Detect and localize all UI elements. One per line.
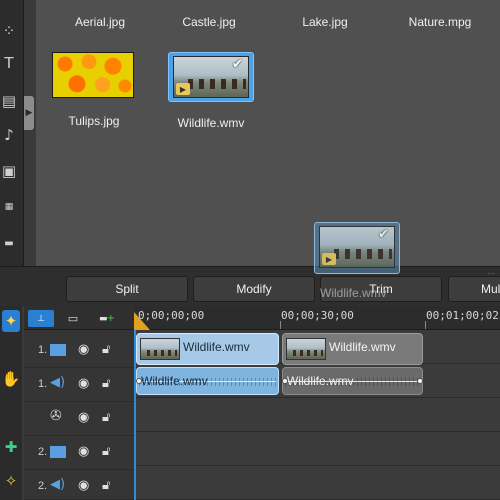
speaker-icon: ◀) [50,375,66,390]
chapter-icon[interactable]: ▦ [0,198,18,216]
ruler-tick-label: 0;00;00;00 [138,309,205,322]
ruler-tick-label: 00;01;00;02 [426,309,499,322]
video-file-icon: ▶ [176,83,190,95]
check-icon: ✔ [232,57,243,72]
drag-preview: ▶ ✔ [314,222,400,274]
lock-icon[interactable]: 🔓︎ [102,342,110,357]
sparkle-icon[interactable]: ✧ [2,470,20,492]
ruler-tick [280,321,281,329]
video-track-icon [50,446,66,458]
clip-title: Wildlife.wmv [141,374,208,388]
media-item-label[interactable]: Castle.jpg [182,15,235,29]
lock-icon[interactable]: 🔓︎ [102,444,110,459]
music-note-icon[interactable]: ♪ [0,126,18,144]
video-clip-selected[interactable]: Wildlife.wmv [136,333,279,365]
ruler-tick [425,321,426,329]
video-track-icon [50,344,66,356]
media-library [36,0,500,266]
clip-thumbnail [286,338,326,360]
media-item-label[interactable]: Wildlife.wmv [178,116,245,130]
panel-collapse-handle[interactable]: ▶ [24,96,34,130]
drag-preview-label: Wildlife.wmv [320,286,387,300]
hand-tool-icon[interactable]: ✋ [2,368,21,390]
ruler-tick-label: 00;00;30;00 [281,309,354,322]
track-header-toolbar: ⊥ ▭ ▬ + [24,306,134,330]
video-clip[interactable]: Wildlife.wmv [282,333,423,365]
audio-clip[interactable]: Wildlife.wmv [282,367,423,395]
volume-keyframe[interactable] [417,378,423,384]
timeline: ✦ ✋ ✚ ✧ ⊥ ▭ ▬ + 1. ◉ 🔓︎ 1. ◀) ◉ 🔓︎ ✇ ◉ 🔓︎ [0,306,500,500]
track-number: 1. [38,378,48,390]
lane-effect[interactable] [134,398,500,432]
eye-icon[interactable]: ◉ [78,444,89,459]
wildlife-thumbnail: ▶ ✔ [173,56,249,98]
thumbnail-image-detail [334,249,392,259]
drag-preview-thumbnail: ▶ ✔ [319,226,395,268]
multi-trim-button[interactable]: Mul [448,276,500,302]
timeline-lanes[interactable]: Wildlife.wmv Wildlife.wmv Wildlife.wmv W… [134,330,500,500]
eye-icon[interactable]: ◉ [78,376,89,391]
track-header-column: ⊥ ▭ ▬ + 1. ◉ 🔓︎ 1. ◀) ◉ 🔓︎ ✇ ◉ 🔓︎ 2. ◉ 🔓︎ [24,306,134,500]
tulips-thumbnail[interactable] [52,52,134,98]
add-track-icon[interactable]: ▬ + [94,310,120,327]
clip-title: Wildlife.wmv [183,340,250,354]
track-header-audio-2[interactable]: 2. ◀) ◉ 🔓︎ [24,470,134,500]
lock-icon[interactable]: 🔓︎ [102,410,110,425]
eye-icon[interactable]: ◉ [78,342,89,357]
lane-audio-2[interactable] [134,466,500,500]
pin-icon[interactable]: ✚ [2,436,20,458]
check-icon: ✔ [378,227,389,242]
lane-video-2[interactable] [134,432,500,466]
track-header-video-2[interactable]: 2. ◉ 🔓︎ [24,436,134,470]
fit-timeline-icon[interactable]: ⊥ [28,310,54,327]
modify-button[interactable]: Modify [193,276,315,302]
effect-track-icon: ✇ [50,408,62,424]
left-tool-strip: ⁘ T ▤ ♪ ▣ ▦ ▬ [0,0,24,275]
track-number: 2. [38,446,48,458]
track-header-audio-1[interactable]: 1. ◀) ◉ 🔓︎ [24,368,134,402]
time-ruler[interactable]: 0;00;00;00 00;00;30;00 00;01;00;02 [134,306,500,330]
track-header-video-1[interactable]: 1. ◉ 🔓︎ [24,334,134,368]
particle-icon[interactable]: ⁘ [0,22,18,40]
media-item-label[interactable]: Lake.jpg [302,15,347,29]
timeline-tool-column: ✦ ✋ ✚ ✧ [0,306,22,500]
clip-title: Wildlife.wmv [329,340,396,354]
eye-icon[interactable]: ◉ [78,478,89,493]
audio-clip-selected[interactable]: Wildlife.wmv [136,367,279,395]
track-number: 2. [38,480,48,492]
media-item-label[interactable]: Aerial.jpg [75,15,125,29]
track-header-effect[interactable]: ✇ ◉ 🔓︎ [24,402,134,436]
clip-thumbnail [140,338,180,360]
eye-icon[interactable]: ◉ [78,410,89,425]
voice-record-icon[interactable]: ▣ [0,162,18,180]
lock-icon[interactable]: 🔓︎ [102,478,110,493]
storyboard-view-icon[interactable]: ▭ [60,310,86,327]
subtitle-icon[interactable]: ▬ [0,234,18,252]
speaker-icon: ◀) [50,477,66,492]
magic-tool-icon[interactable]: ✦ [2,310,20,332]
media-item-label[interactable]: Nature.mpg [409,15,472,29]
lock-icon[interactable]: 🔓︎ [102,376,110,391]
wildlife-media-item[interactable]: ▶ ✔ [168,52,254,102]
clip-title: Wildlife.wmv [287,374,354,388]
video-file-icon: ▶ [322,253,336,265]
transition-icon[interactable]: ▤ [0,92,18,110]
track-number: 1. [38,344,48,356]
media-item-label[interactable]: Tulips.jpg [69,114,120,128]
playhead-line[interactable] [134,330,136,500]
title-text-icon[interactable]: T [0,54,18,72]
split-button[interactable]: Split [66,276,188,302]
thumbnail-image-detail [188,79,246,89]
